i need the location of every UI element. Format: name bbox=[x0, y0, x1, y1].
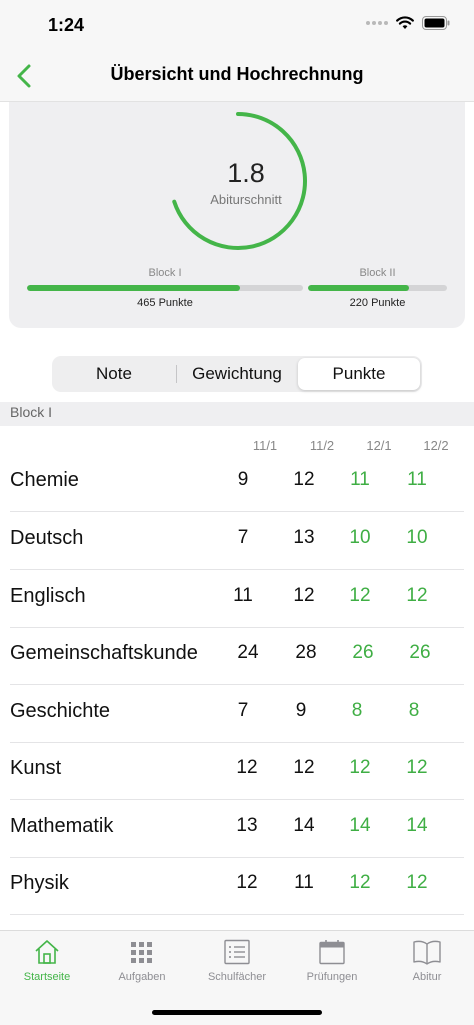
summary-card: 1.8 Abiturschnitt Block I 465 Punkte Blo… bbox=[9, 102, 465, 328]
block2-points: 220 Punkte bbox=[349, 297, 406, 309]
row-separator bbox=[10, 914, 464, 915]
subject-name: Englisch bbox=[10, 585, 86, 607]
grade-12-2: 14 bbox=[406, 815, 428, 836]
subject-row-chemie[interactable]: Chemie 9 12 11 11 bbox=[0, 454, 474, 512]
grade-11-1: 24 bbox=[237, 642, 259, 663]
tab-schulfaecher[interactable]: Schulfächer bbox=[190, 939, 284, 995]
grade-11-2: 28 bbox=[295, 642, 317, 663]
list-icon bbox=[224, 939, 250, 965]
section-header: Block I bbox=[0, 402, 474, 426]
grade-11-1: 9 bbox=[237, 469, 249, 490]
grade-12-1: 14 bbox=[349, 815, 371, 836]
subject-row-kunst[interactable]: Kunst 12 12 12 12 bbox=[0, 742, 474, 800]
house-icon bbox=[35, 940, 59, 964]
grade-12-1: 12 bbox=[349, 872, 371, 893]
subject-row-geschichte[interactable]: Geschichte 7 9 8 8 bbox=[0, 685, 474, 743]
block2-progress-fill bbox=[308, 285, 410, 291]
subject-name: Kunst bbox=[10, 757, 62, 779]
column-header-11-1: 11/1 bbox=[252, 438, 278, 453]
grade-11-1: 7 bbox=[237, 527, 249, 548]
signal-dots-icon bbox=[366, 21, 388, 25]
block1-points: 465 Punkte bbox=[137, 297, 193, 309]
subject-name: Physik bbox=[10, 872, 69, 894]
subject-name: Gemeinschaftskunde bbox=[10, 642, 198, 664]
grade-12-1: 26 bbox=[352, 642, 374, 663]
tab-pruefungen[interactable]: Prüfungen bbox=[285, 939, 379, 995]
column-header-12-1: 12/1 bbox=[366, 438, 392, 453]
subject-name: Chemie bbox=[10, 469, 79, 491]
grade-12-2: 12 bbox=[406, 872, 428, 893]
tab-label: Abitur bbox=[412, 971, 442, 983]
tab-startseite[interactable]: Startseite bbox=[0, 939, 94, 995]
column-header-12-2: 12/2 bbox=[423, 438, 449, 453]
battery-icon bbox=[422, 16, 450, 30]
wifi-icon bbox=[396, 16, 414, 29]
grade-12-2: 11 bbox=[407, 469, 427, 490]
grade-11-2: 9 bbox=[295, 700, 307, 721]
grade-11-1: 12 bbox=[236, 872, 258, 893]
grade-12-1: 10 bbox=[349, 527, 371, 548]
grade-11-1: 7 bbox=[237, 700, 249, 721]
column-header-11-2: 11/2 bbox=[309, 438, 335, 453]
subject-name: Mathematik bbox=[10, 815, 114, 837]
grade-12-1: 8 bbox=[351, 700, 363, 721]
grade-11-2: 12 bbox=[293, 469, 315, 490]
tab-label: Startseite bbox=[23, 971, 71, 983]
segment-gewichtung[interactable]: Gewichtung bbox=[177, 358, 297, 390]
status-bar: 1:24 bbox=[0, 0, 474, 50]
section-title: Block I bbox=[10, 404, 53, 420]
grade-11-2: 14 bbox=[293, 815, 315, 836]
tab-label: Schulfächer bbox=[207, 971, 267, 983]
subject-row-gemeinschaftskunde[interactable]: Gemeinschaftskunde 24 28 26 26 bbox=[0, 627, 474, 685]
grade-11-1: 11 bbox=[233, 585, 253, 606]
segment-punkte[interactable]: Punkte bbox=[298, 358, 420, 390]
grade-11-1: 13 bbox=[236, 815, 258, 836]
block2-label: Block II bbox=[359, 267, 396, 279]
tab-label: Prüfungen bbox=[306, 971, 358, 983]
tab-abitur[interactable]: Abitur bbox=[380, 939, 474, 995]
subject-row-deutsch[interactable]: Deutsch 7 13 10 10 bbox=[0, 512, 474, 570]
segmented-control: Note Gewichtung Punkte bbox=[52, 356, 422, 392]
tab-bar: Startseite Aufgaben Schulfächer Prüfunge… bbox=[0, 930, 474, 1025]
grade-11-1: 12 bbox=[236, 757, 258, 778]
calendar-icon bbox=[319, 940, 345, 965]
subject-row-physik[interactable]: Physik 12 11 12 12 bbox=[0, 857, 474, 915]
average-value: 1.8 bbox=[227, 158, 265, 188]
grade-11-2: 13 bbox=[293, 527, 315, 548]
grade-12-2: 12 bbox=[406, 585, 428, 606]
page-title: Übersicht und Hochrechnung bbox=[110, 64, 364, 84]
status-icons bbox=[366, 16, 450, 30]
book-icon bbox=[413, 940, 441, 965]
navigation-bar: Übersicht und Hochrechnung bbox=[0, 50, 474, 102]
grade-12-2: 12 bbox=[406, 757, 428, 778]
grade-11-2: 11 bbox=[294, 872, 314, 893]
grade-12-1: 11 bbox=[350, 469, 370, 490]
grade-12-1: 12 bbox=[349, 585, 371, 606]
block1-label: Block I bbox=[148, 267, 182, 279]
subject-row-englisch[interactable]: Englisch 11 12 12 12 bbox=[0, 570, 474, 628]
grade-12-2: 10 bbox=[406, 527, 428, 548]
block1-progress-bar bbox=[27, 285, 303, 291]
grade-12-1: 12 bbox=[349, 757, 371, 778]
tab-label: Aufgaben bbox=[118, 971, 166, 983]
grid-icon bbox=[131, 942, 152, 963]
average-label: Abiturschnitt bbox=[210, 192, 282, 207]
grade-11-2: 12 bbox=[293, 757, 315, 778]
grade-11-2: 12 bbox=[293, 585, 315, 606]
subject-name: Deutsch bbox=[10, 527, 84, 549]
subject-name: Geschichte bbox=[10, 700, 111, 722]
segment-note[interactable]: Note bbox=[54, 358, 174, 390]
home-indicator bbox=[152, 1010, 322, 1015]
block1-progress-fill bbox=[27, 285, 240, 291]
tab-aufgaben[interactable]: Aufgaben bbox=[95, 939, 189, 995]
status-time: 1:24 bbox=[48, 15, 85, 35]
grade-12-2: 8 bbox=[408, 700, 420, 721]
subject-row-mathematik[interactable]: Mathematik 13 14 14 14 bbox=[0, 800, 474, 858]
block2-progress-bar bbox=[308, 285, 447, 291]
grade-12-2: 26 bbox=[409, 642, 431, 663]
